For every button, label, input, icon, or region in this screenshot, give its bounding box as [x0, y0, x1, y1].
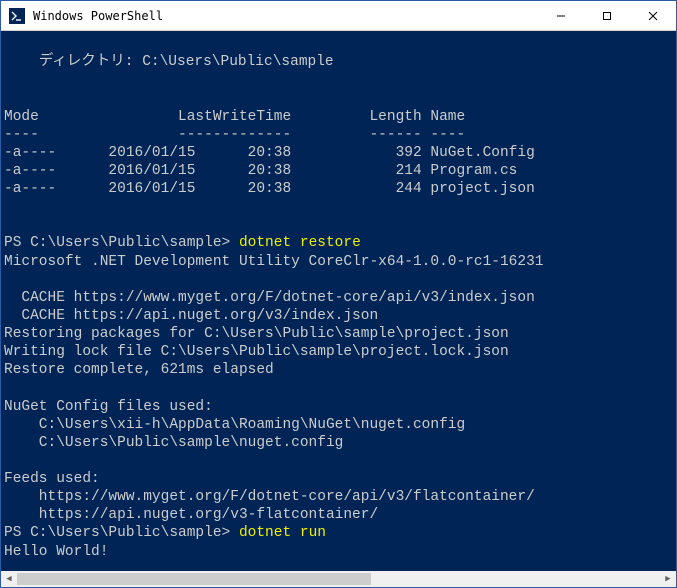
close-button[interactable]: [630, 1, 676, 30]
scroll-left-button[interactable]: ◀: [1, 571, 17, 587]
powershell-icon: [9, 8, 25, 24]
horizontal-scrollbar[interactable]: ◀ ▶: [1, 571, 676, 587]
scrollbar-track[interactable]: [17, 571, 660, 587]
titlebar[interactable]: Windows PowerShell: [1, 1, 676, 31]
window-title: Windows PowerShell: [31, 9, 538, 23]
console-output[interactable]: ディレクトリ: C:\Users\Public\sample Mode Last…: [1, 31, 676, 571]
scroll-right-button[interactable]: ▶: [660, 571, 676, 587]
minimize-button[interactable]: [538, 1, 584, 30]
maximize-button[interactable]: [584, 1, 630, 30]
scrollbar-thumb[interactable]: [17, 573, 371, 585]
